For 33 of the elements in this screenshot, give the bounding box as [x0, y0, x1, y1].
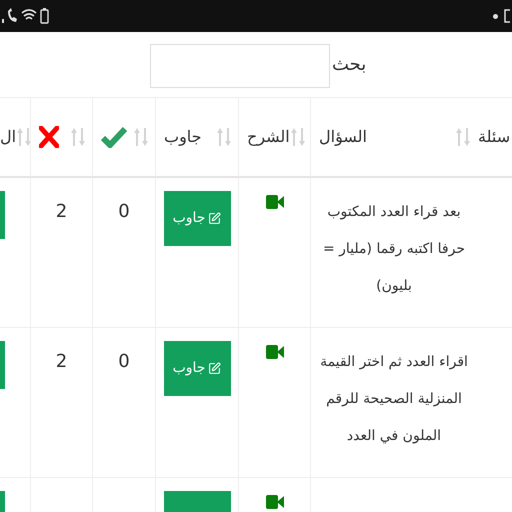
video-camera-icon[interactable]: [266, 195, 284, 209]
edit-icon: [208, 212, 222, 225]
question-text: بعد قراء العدد المكتوب حرفا اكتبه رقما (مليار = بليون): [322, 203, 466, 296]
column-header: الشرح: [247, 126, 290, 148]
sort-icon[interactable]: [16, 126, 32, 148]
video-camera-icon[interactable]: [266, 345, 284, 359]
sort-icon[interactable]: [70, 126, 86, 148]
question-text: اقراء العدد ثم اختر القيمة المنزلية الصحيحة للرقم الملون في العدد: [319, 353, 469, 446]
column-header: جاوب: [164, 126, 202, 148]
action-button[interactable]: [0, 341, 5, 389]
column-header: ال: [0, 126, 16, 148]
search-field[interactable]: [150, 44, 330, 88]
right-count: 0: [118, 201, 130, 222]
status-icons-drawing: [2, 7, 50, 25]
sort-icon[interactable]: [133, 126, 149, 148]
wrong-count: 2: [56, 201, 68, 222]
column-header: السؤال: [319, 126, 367, 148]
sort-icon[interactable]: [216, 126, 232, 148]
answer-button[interactable]: جاوب: [164, 341, 230, 396]
cross-icon: [39, 126, 59, 148]
dot-icon: [493, 14, 498, 18]
answer-button[interactable]: جاوب: [164, 191, 230, 246]
edit-icon: [208, 362, 222, 375]
right-count: 0: [118, 351, 130, 372]
checkmark-icon: [101, 126, 127, 148]
sort-icon[interactable]: [290, 126, 306, 148]
column-header: سئلة: [478, 126, 510, 148]
search-label: بحث: [332, 53, 366, 77]
video-camera-icon[interactable]: [266, 495, 284, 509]
action-button[interactable]: [0, 191, 5, 239]
window-icon: [504, 9, 510, 23]
sort-icon[interactable]: [455, 126, 471, 148]
wrong-count: 2: [56, 351, 68, 372]
